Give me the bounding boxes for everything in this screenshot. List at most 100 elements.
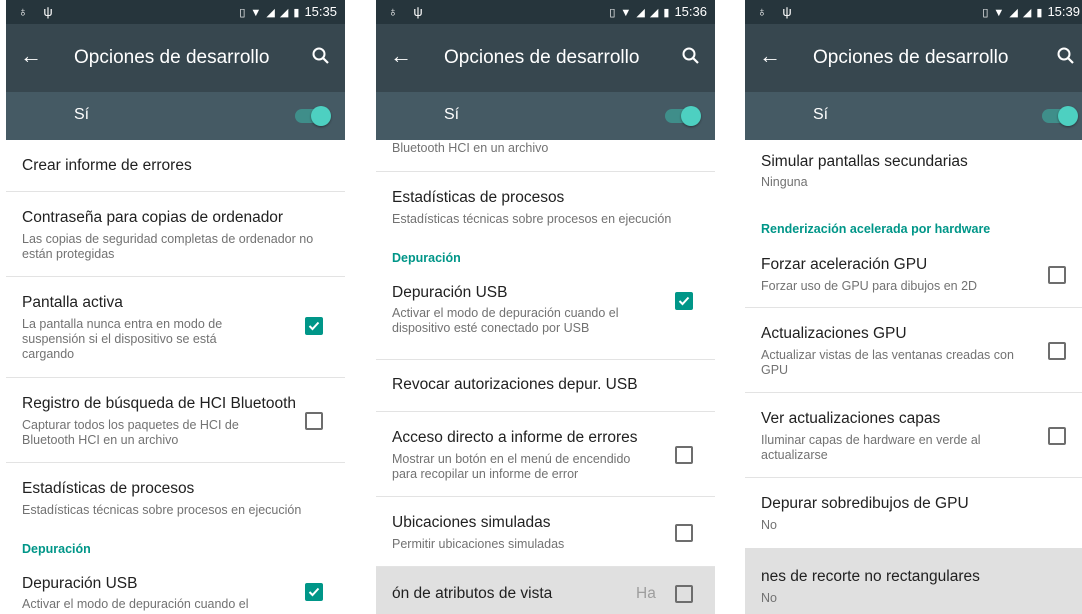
item-title: Registro de búsqueda de HCI Bluetooth [22,395,297,412]
status-bar: ♁ ψ ▯ ▼ ◢ ◢ ▮ 15:39 [745,0,1082,24]
master-toggle[interactable] [1042,106,1078,126]
list-item-estadisticas-procesos[interactable]: Estadísticas de procesos Estadísticas té… [6,463,345,533]
list-item-simular-pantallas[interactable]: Simular pantallas secundarias Ninguna [745,140,1082,212]
master-switch-label: Sí [813,106,829,123]
screenshot-panel-1: ♁ ψ ▯ ▼ ◢ ◢ ▮ 15:35 ← Opciones de desarro… [6,0,345,614]
item-subtitle: Activar el modo de depuración cuando el [22,597,249,611]
item-title: Pantalla activa [22,294,123,311]
item-title: nes de recorte no rectangulares [761,568,980,585]
search-icon[interactable] [679,44,703,68]
item-subtitle: Activar el modo de depuración cuando el … [392,306,619,335]
list-item-depurar-sobredibujos[interactable]: Depurar sobredibujos de GPU No [745,478,1082,548]
checkbox-unchecked[interactable] [675,446,693,464]
item-subtitle: Actualizar vistas de las ventanas creada… [761,348,1014,377]
item-subtitle: La pantalla nunca entra en modo de suspe… [22,317,223,361]
item-title: Actualizaciones GPU [761,325,907,342]
item-title: Forzar aceleración GPU [761,256,928,273]
checkbox-checked[interactable] [305,583,323,601]
item-title: Ubicaciones simuladas [392,514,551,531]
list-item-crear-informe[interactable]: Crear informe de errores [6,140,345,192]
list-item-recorte-no-rectangular[interactable]: nes de recorte no rectangulares No [745,548,1082,614]
checkbox-unchecked[interactable] [1048,427,1066,445]
search-icon[interactable] [309,44,333,68]
master-switch-label: Sí [444,106,460,123]
checkbox-unchecked[interactable] [1048,342,1066,360]
checkbox-unchecked[interactable] [675,585,693,603]
status-bar: ♁ ψ ▯ ▼ ◢ ◢ ▮ 15:36 [376,0,715,24]
notification-icons: ♁ ψ [388,4,429,19]
item-title: Crear informe de errores [22,157,192,174]
page-title: Opciones de desarrollo [444,47,640,68]
item-subtitle: Permitir ubicaciones simuladas [392,537,565,551]
list-item-revocar-autorizaciones[interactable]: Revocar autorizaciones depur. USB [376,360,715,412]
master-switch-bar[interactable]: Sí [376,92,715,140]
system-status-icons: ▯ ▼ ◢ ◢ ▮ [239,7,301,19]
item-title: Depurar sobredibujos de GPU [761,495,969,512]
checkbox-checked[interactable] [675,292,693,310]
item-subtitle: No [761,518,777,532]
list-item-atributos-vista[interactable]: ón de atributos de vista Ha [376,567,715,614]
list-item-estadisticas-procesos[interactable]: Estadísticas de procesos Estadísticas té… [376,172,715,242]
clock: 15:35 [304,4,337,19]
list-item-registro-hci[interactable]: Registro de búsqueda de HCI Bluetooth Ca… [6,378,345,463]
page-title: Opciones de desarrollo [813,47,1009,68]
checkbox-unchecked[interactable] [1048,266,1066,284]
master-toggle[interactable] [295,106,331,126]
item-subtitle: No [761,591,777,605]
settings-list: Crear informe de errores Contraseña para… [6,140,345,614]
list-item-depuracion-usb[interactable]: Depuración USB Activar el modo de depura… [6,567,345,614]
item-title: ón de atributos de vista [392,585,553,602]
list-item-forzar-aceleracion-gpu[interactable]: Forzar aceleración GPU Forzar uso de GPU… [745,242,1082,308]
item-title: Acceso directo a informe de errores [392,429,638,446]
item-title: Simular pantallas secundarias [761,153,968,170]
list-item-contrasena-copias[interactable]: Contraseña para copias de ordenador Las … [6,192,345,277]
item-subtitle: Estadísticas técnicas sobre procesos en … [392,212,672,226]
list-item-ubicaciones-simuladas[interactable]: Ubicaciones simuladas Permitir ubicacion… [376,497,715,567]
item-title: Contraseña para copias de ordenador [22,209,284,226]
section-title: Depuración [392,251,461,265]
list-item-actualizaciones-gpu[interactable]: Actualizaciones GPU Actualizar vistas de… [745,308,1082,393]
item-trailing-text: Ha [636,585,656,602]
checkbox-unchecked[interactable] [675,524,693,542]
screenshot-panel-3: ♁ ψ ▯ ▼ ◢ ◢ ▮ 15:39 ← Opciones de desarro… [745,0,1082,614]
notification-icons: ♁ ψ [757,4,798,19]
app-bar: ← Opciones de desarrollo [376,24,715,92]
list-item-acceso-directo-informe[interactable]: Acceso directo a informe de errores Most… [376,412,715,497]
list-item-pantalla-activa[interactable]: Pantalla activa La pantalla nunca entra … [6,277,345,378]
item-title: Depuración USB [22,575,138,592]
clock: 15:36 [674,4,707,19]
clock: 15:39 [1047,4,1080,19]
settings-list: Bluetooth HCI en un archivo Estadísticas… [376,140,715,614]
checkbox-unchecked[interactable] [305,412,323,430]
section-title: Renderización acelerada por hardware [761,222,991,236]
list-item-registro-hci-partial[interactable]: Bluetooth HCI en un archivo [376,140,715,172]
back-arrow-icon[interactable]: ← [759,44,781,68]
master-switch-bar[interactable]: Sí [745,92,1082,140]
master-switch-bar[interactable]: Sí [6,92,345,140]
master-switch-label: Sí [74,106,90,123]
checkbox-checked[interactable] [305,317,323,335]
app-bar: ← Opciones de desarrollo [6,24,345,92]
item-subtitle: Iluminar capas de hardware en verde al a… [761,433,981,462]
section-title: Depuración [22,542,91,556]
item-title: Estadísticas de procesos [22,480,195,497]
item-title: Ver actualizaciones capas [761,410,941,427]
section-header-renderizacion: Renderización acelerada por hardware [745,212,1082,242]
notification-icons: ♁ ψ [18,4,59,19]
back-arrow-icon[interactable]: ← [20,44,42,68]
item-title: Depuración USB [392,284,508,301]
item-subtitle: Estadísticas técnicas sobre procesos en … [22,503,302,517]
back-arrow-icon[interactable]: ← [390,44,412,68]
system-status-icons: ▯ ▼ ◢ ◢ ▮ [609,7,671,19]
list-item-ver-actualizaciones-capas[interactable]: Ver actualizaciones capas Iluminar capas… [745,393,1082,478]
item-subtitle: Las copias de seguridad completas de ord… [22,232,314,261]
section-header-depuracion: Depuración [6,533,345,567]
item-subtitle: Mostrar un botón en el menú de encendido… [392,452,631,481]
master-toggle[interactable] [665,106,701,126]
search-icon[interactable] [1054,44,1078,68]
item-subtitle: Bluetooth HCI en un archivo [392,141,549,155]
system-status-icons: ▯ ▼ ◢ ◢ ▮ [982,7,1044,19]
list-item-depuracion-usb[interactable]: Depuración USB Activar el modo de depura… [376,276,715,360]
section-header-depuracion: Depuración [376,242,715,276]
status-bar: ♁ ψ ▯ ▼ ◢ ◢ ▮ 15:35 [6,0,345,24]
